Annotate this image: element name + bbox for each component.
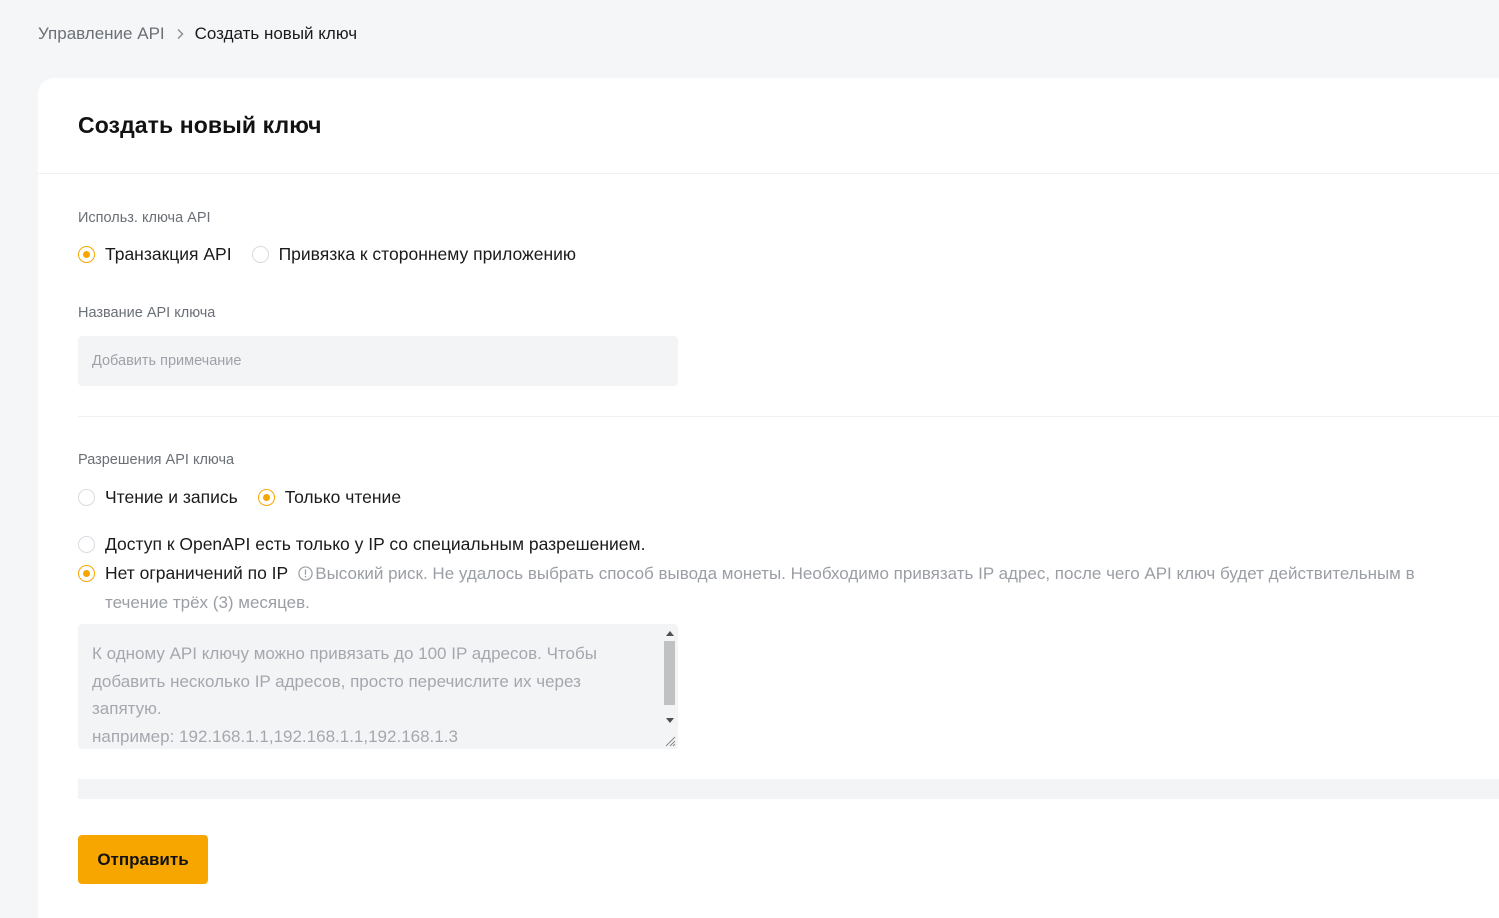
ip-address-placeholder: К одному API ключу можно привязать до 10…: [92, 644, 597, 746]
textarea-scrollbar[interactable]: [661, 624, 678, 749]
permissions-radio-group: Чтение и запись Только чтение: [78, 487, 401, 508]
radio-read-only[interactable]: Только чтение: [257, 487, 402, 508]
key-usage-label: Использ. ключа API: [78, 210, 211, 226]
radio-ip-restricted[interactable]: Доступ к OpenAPI есть только у IP со спе…: [78, 534, 645, 555]
submit-button[interactable]: Отправить: [78, 835, 208, 884]
breadcrumb: Управление API Создать новый ключ: [38, 23, 357, 45]
info-icon: [298, 562, 313, 589]
separator-bar: [78, 779, 1499, 799]
radio-ip-unrestricted-label[interactable]: Нет ограничений по IP: [105, 563, 288, 583]
scroll-down-arrow-icon[interactable]: [661, 713, 678, 728]
radio-api-transaction-label: Транзакция API: [105, 244, 232, 264]
radio-ip-unrestricted-control[interactable]: [78, 565, 95, 582]
radio-api-transaction[interactable]: Транзакция API: [78, 244, 232, 265]
radio-read-write-control[interactable]: [78, 489, 95, 506]
radio-read-write-label: Чтение и запись: [105, 487, 238, 507]
radio-third-party-app-label: Привязка к стороннему приложению: [278, 244, 577, 264]
section-divider: [78, 416, 1499, 417]
scrollbar-thumb[interactable]: [664, 641, 675, 705]
radio-read-only-control[interactable]: [257, 489, 275, 506]
radio-read-write[interactable]: Чтение и запись: [78, 487, 238, 508]
radio-third-party-app-control[interactable]: [251, 246, 269, 263]
page-title: Создать новый ключ: [78, 112, 322, 138]
radio-third-party-app[interactable]: Привязка к стороннему приложению: [251, 244, 577, 265]
create-key-card: Создать новый ключ Использ. ключа API Тр…: [38, 78, 1499, 918]
key-name-label: Название API ключа: [78, 305, 216, 321]
card-header: Создать новый ключ: [38, 78, 1499, 174]
radio-read-only-label: Только чтение: [284, 487, 402, 507]
ip-restricted-option: Доступ к OpenAPI есть только у IP со спе…: [78, 534, 645, 555]
radio-api-transaction-control[interactable]: [78, 246, 95, 263]
permissions-label: Разрешения API ключа: [78, 452, 235, 468]
breadcrumb-current: Создать новый ключ: [194, 24, 358, 43]
chevron-right-icon: [169, 23, 191, 45]
scroll-up-arrow-icon[interactable]: [661, 626, 678, 641]
ip-unrestricted-option: Нет ограничений по IP Высокий риск. Не уд…: [78, 560, 1478, 616]
radio-ip-restricted-label: Доступ к OpenAPI есть только у IP со спе…: [105, 534, 646, 554]
ip-address-textarea[interactable]: К одному API ключу можно привязать до 10…: [78, 624, 678, 749]
key-usage-radio-group: Транзакция API Привязка к стороннему при…: [78, 244, 576, 265]
radio-ip-restricted-control[interactable]: [78, 536, 95, 553]
breadcrumb-api-management-link[interactable]: Управление API: [38, 23, 165, 45]
key-name-input[interactable]: [78, 336, 678, 386]
resize-handle-icon[interactable]: [663, 734, 676, 747]
